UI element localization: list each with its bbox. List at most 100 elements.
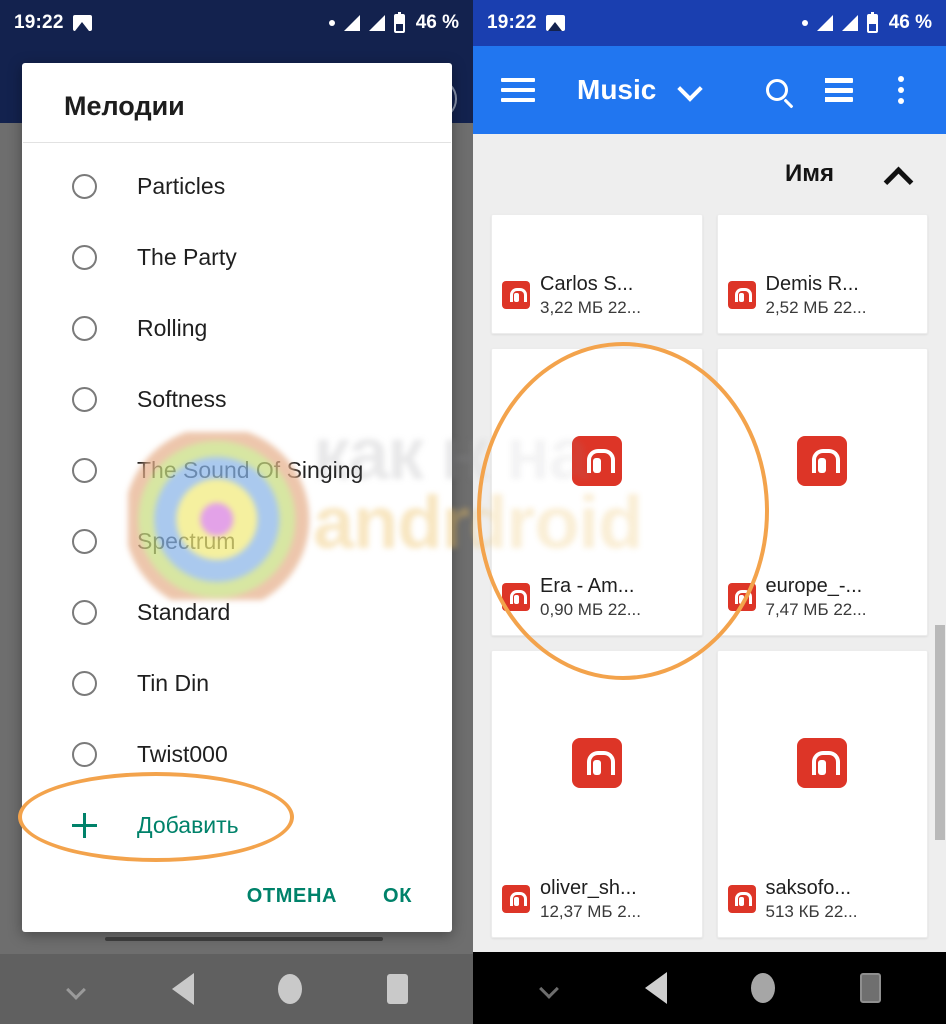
audio-file-icon-small bbox=[727, 885, 756, 914]
ringtone-label: Softness bbox=[137, 385, 227, 412]
radio-button[interactable] bbox=[72, 315, 97, 341]
add-ringtone-button[interactable]: Добавить bbox=[22, 790, 452, 861]
left-navigation-bar bbox=[0, 954, 473, 1024]
audio-file-icon-small bbox=[502, 281, 530, 310]
file-meta: oliver_sh... 12,37 МБ 2... bbox=[492, 876, 702, 937]
file-name: Demis R... bbox=[765, 272, 859, 295]
list-view-icon bbox=[825, 78, 853, 102]
file-grid-row: oliver_sh... 12,37 МБ 2... saksofo... 513 К… bbox=[491, 650, 928, 938]
audio-file-icon-small bbox=[727, 281, 756, 310]
radio-button[interactable] bbox=[72, 457, 97, 483]
vertical-scrollbar[interactable] bbox=[935, 625, 945, 840]
file-size-date: 513 КБ 22... bbox=[765, 901, 858, 921]
file-thumbnail bbox=[718, 651, 928, 876]
file-card[interactable]: europe_-... 7,47 МБ 22... bbox=[716, 348, 928, 636]
home-circle-icon bbox=[278, 974, 303, 1004]
chevron-up-icon[interactable] bbox=[884, 165, 910, 183]
hamburger-icon[interactable] bbox=[501, 78, 535, 102]
home-circle-icon bbox=[751, 973, 776, 1003]
radio-button[interactable] bbox=[72, 599, 97, 625]
signal-icon-2 bbox=[368, 15, 385, 31]
radio-button[interactable] bbox=[72, 173, 97, 199]
file-grid-row: Carlos S... 3,22 МБ 22... Demis R... 2,52 М… bbox=[491, 214, 928, 334]
right-phone-screen: 19:22 46 % Music Имя droid Carlos S... 3… bbox=[473, 0, 946, 1024]
chevron-down-icon[interactable] bbox=[680, 80, 700, 100]
file-card[interactable]: oliver_sh... 12,37 МБ 2... bbox=[491, 650, 703, 938]
radio-button[interactable] bbox=[72, 741, 97, 767]
recents-square-icon bbox=[859, 973, 881, 1003]
search-button[interactable] bbox=[746, 79, 808, 101]
ok-button[interactable]: ОК bbox=[383, 885, 412, 908]
audio-file-icon bbox=[571, 436, 622, 487]
headphone-icon bbox=[734, 288, 752, 303]
radio-button[interactable] bbox=[72, 386, 97, 412]
ringtone-label: The Sound Of Singing bbox=[137, 456, 364, 483]
status-time: 19:22 bbox=[487, 12, 537, 33]
recents-square-icon bbox=[386, 974, 408, 1004]
ringtone-row[interactable]: Particles bbox=[22, 151, 452, 222]
file-card[interactable]: Demis R... 2,52 МБ 22... bbox=[716, 214, 928, 334]
recents-button[interactable] bbox=[344, 974, 451, 1004]
ringtone-row[interactable]: Rolling bbox=[22, 293, 452, 364]
dialog-actions: ОТМЕНА ОК bbox=[22, 861, 452, 932]
file-text-block: Carlos S... 3,22 МБ 22... bbox=[540, 272, 641, 319]
add-ringtone-label: Добавить bbox=[137, 811, 239, 838]
file-grid: Carlos S... 3,22 МБ 22... Demis R... 2,52 М… bbox=[473, 214, 946, 952]
battery-icon bbox=[393, 11, 405, 33]
file-name: Carlos S... bbox=[540, 272, 634, 295]
ringtone-row[interactable]: Tin Din bbox=[22, 648, 452, 719]
file-text-block: europe_-... 7,47 МБ 22... bbox=[766, 574, 867, 621]
plus-icon bbox=[72, 812, 97, 838]
sort-bar[interactable]: Имя bbox=[473, 134, 946, 214]
overflow-menu-button[interactable] bbox=[870, 76, 932, 104]
file-size-date: 0,90 МБ 22... bbox=[540, 599, 641, 619]
cancel-button[interactable]: ОТМЕНА bbox=[247, 885, 337, 908]
right-navigation-bar bbox=[473, 952, 946, 1024]
back-button[interactable] bbox=[602, 972, 709, 1004]
file-size-date: 7,47 МБ 22... bbox=[765, 599, 867, 619]
audio-file-icon bbox=[797, 436, 848, 487]
headphone-icon bbox=[584, 751, 615, 776]
ringtone-row[interactable]: The Sound Of Singing bbox=[22, 435, 452, 506]
ringtone-list[interactable]: Particles The Party Rolling Softness The Sou… bbox=[22, 143, 452, 861]
ringtone-row[interactable]: The Party bbox=[22, 222, 452, 293]
headphone-icon bbox=[809, 751, 841, 776]
hide-keyboard-button[interactable] bbox=[22, 981, 129, 997]
view-mode-button[interactable] bbox=[808, 78, 870, 102]
file-card[interactable]: saksofo... 513 КБ 22... bbox=[716, 650, 928, 938]
recents-button[interactable] bbox=[817, 973, 924, 1003]
app-bar-actions bbox=[746, 76, 946, 104]
file-card[interactable]: Era - Am... 0,90 МБ 22... bbox=[491, 348, 703, 636]
file-card[interactable]: Carlos S... 3,22 МБ 22... bbox=[491, 214, 703, 334]
sort-label: Имя bbox=[784, 160, 834, 187]
home-button[interactable] bbox=[237, 974, 344, 1004]
ringtone-label: Rolling bbox=[137, 314, 208, 341]
ringtone-row[interactable]: Softness bbox=[22, 364, 452, 435]
status-time: 19:22 bbox=[14, 12, 64, 33]
back-button[interactable] bbox=[129, 973, 236, 1005]
gesture-indicator bbox=[105, 937, 383, 941]
file-text-block: Demis R... 2,52 МБ 22... bbox=[766, 272, 867, 319]
file-thumbnail bbox=[492, 349, 702, 574]
ringtone-row[interactable]: Standard bbox=[22, 577, 452, 648]
ringtone-row[interactable]: Twist000 bbox=[22, 719, 452, 790]
app-bar: Music bbox=[473, 46, 946, 134]
file-thumbnail bbox=[718, 349, 928, 574]
signal-icon-2 bbox=[841, 15, 858, 31]
home-button[interactable] bbox=[710, 973, 817, 1003]
file-name: europe_-... bbox=[765, 574, 863, 597]
battery-percent: 46 % bbox=[415, 12, 459, 33]
radio-button[interactable] bbox=[72, 670, 97, 696]
ringtone-row[interactable]: Spectrum bbox=[22, 506, 452, 577]
file-name: oliver_sh... bbox=[540, 876, 637, 899]
file-meta: saksofo... 513 КБ 22... bbox=[718, 876, 928, 937]
headphone-icon bbox=[734, 590, 752, 605]
hide-keyboard-button[interactable] bbox=[495, 980, 602, 996]
audio-file-icon-small bbox=[502, 583, 530, 612]
radio-button[interactable] bbox=[72, 244, 97, 270]
left-status-bar: 19:22 46 % bbox=[0, 0, 473, 46]
status-icons: 46 % bbox=[801, 11, 932, 34]
radio-button[interactable] bbox=[72, 528, 97, 554]
left-phone-screen: 19:22 46 % как на android Мелодии Partic… bbox=[0, 0, 473, 1024]
headphone-icon bbox=[809, 449, 841, 474]
